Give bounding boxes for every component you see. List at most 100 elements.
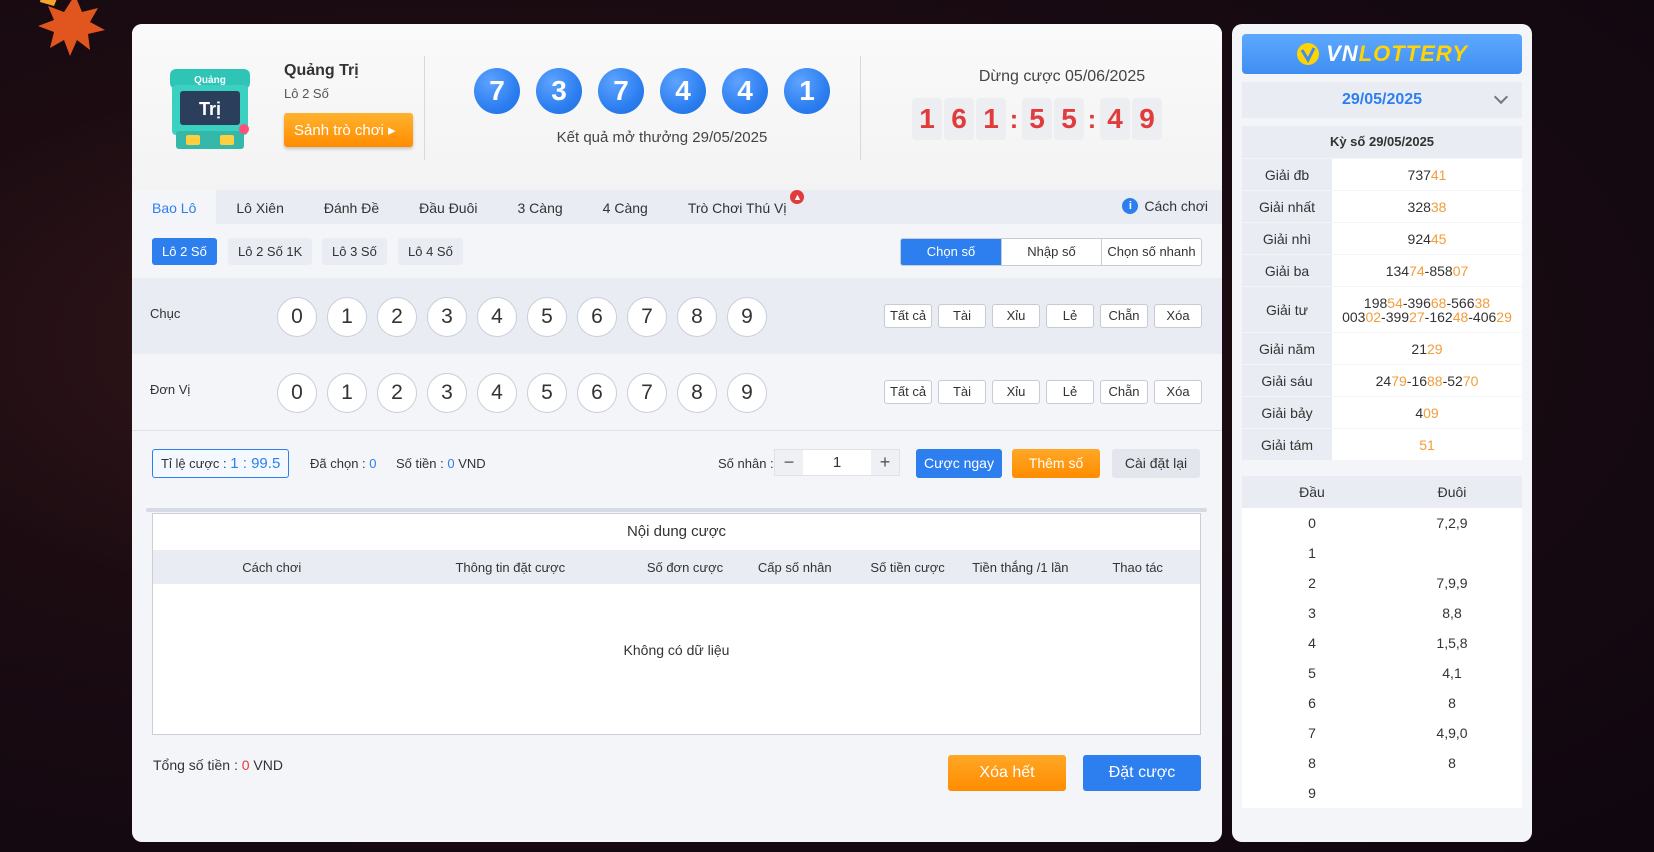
add-number-button[interactable]: Thêm số: [1012, 449, 1100, 478]
odds-label: Tỉ lệ cược :: [161, 456, 227, 471]
tab-tro-choi-thu-vi[interactable]: Trò Chơi Thú Vị ▲: [668, 190, 807, 224]
bet-now-button[interactable]: Cược ngay: [916, 449, 1002, 478]
prize-name: Giải ba: [1242, 254, 1332, 286]
quick-all-button[interactable]: Tất cả: [884, 304, 932, 328]
head-tail-row: 9: [1242, 778, 1522, 808]
decrement-button[interactable]: −: [775, 450, 803, 475]
bet-content-table: Nội dung cược Cách chơi Thông tin đặt cư…: [146, 508, 1207, 735]
prize-value: 2129: [1332, 332, 1522, 364]
number-ball[interactable]: 4: [477, 373, 517, 413]
number-ball[interactable]: 7: [627, 373, 667, 413]
tail-digits: 1,5,8: [1436, 635, 1468, 651]
prize-name: Giải tư: [1242, 286, 1332, 332]
number-ball[interactable]: 0: [277, 297, 317, 337]
number-ball[interactable]: 6: [577, 297, 617, 337]
number-ball[interactable]: 5: [527, 373, 567, 413]
number-ball[interactable]: 5: [527, 297, 567, 337]
quick-clear-button[interactable]: Xóa: [1154, 380, 1202, 404]
number-ball[interactable]: 9: [727, 297, 767, 337]
prize-row: Giải năm 2129: [1242, 332, 1522, 364]
mode-chon-so[interactable]: Chọn số: [901, 239, 1001, 265]
quick-clear-button[interactable]: Xóa: [1154, 304, 1202, 328]
result-ball: 4: [660, 68, 706, 114]
clear-all-button[interactable]: Xóa hết: [948, 755, 1066, 791]
number-ball[interactable]: 9: [727, 373, 767, 413]
quick-even-button[interactable]: Chẵn: [1100, 380, 1148, 404]
head-digit: 7: [1308, 725, 1316, 741]
subtab-lo-4-so[interactable]: Lô 4 Số: [398, 238, 463, 265]
tab-dau-duoi[interactable]: Đầu Đuôi: [399, 190, 497, 224]
number-ball[interactable]: 2: [377, 297, 417, 337]
number-ball[interactable]: 7: [627, 297, 667, 337]
place-bet-button[interactable]: Đặt cược: [1083, 755, 1201, 791]
quick-all-button[interactable]: Tất cả: [884, 380, 932, 404]
prize-row: Giải nhì 92445: [1242, 222, 1522, 254]
total-value: 0: [241, 757, 250, 773]
number-ball[interactable]: 3: [427, 297, 467, 337]
bet-amount: Số tiền : 0 VND: [396, 456, 486, 471]
prize-digits: 328: [1407, 198, 1431, 215]
column-header: Số tiền cược: [870, 559, 945, 575]
mode-nhap-so[interactable]: Nhập số: [1001, 239, 1101, 265]
countdown-digit: 1: [912, 98, 942, 140]
input-mode-switch: Chọn số Nhập số Chọn số nhanh: [900, 238, 1202, 266]
prize-value: 73741: [1332, 158, 1522, 190]
prize-value: 13474-85807: [1332, 254, 1522, 286]
lobby-button[interactable]: Sảnh trò chơi ▸: [284, 113, 413, 147]
prize-digits: -858: [1424, 262, 1453, 279]
tab-3-cang[interactable]: 3 Càng: [498, 190, 583, 224]
prize-digits: 21: [1411, 340, 1427, 357]
prize-row: Giải tám 51: [1242, 428, 1522, 460]
tail-digits: 8,8: [1442, 605, 1462, 621]
brand-n: N: [1341, 41, 1359, 66]
number-ball[interactable]: 4: [477, 297, 517, 337]
tab-lo-xien[interactable]: Lô Xiên: [216, 190, 303, 224]
head-digit: 3: [1308, 605, 1316, 621]
prize-digits: 29: [1427, 340, 1443, 357]
prize-digits: -406: [1468, 308, 1497, 325]
number-ball[interactable]: 1: [327, 297, 367, 337]
lottery-ball-icon: [1297, 43, 1320, 65]
quick-big-button[interactable]: Tài: [938, 380, 986, 404]
quick-even-button[interactable]: Chẵn: [1100, 304, 1148, 328]
number-ball[interactable]: 2: [377, 373, 417, 413]
number-ball[interactable]: 1: [327, 373, 367, 413]
number-ball[interactable]: 3: [427, 373, 467, 413]
mode-chon-so-nhanh[interactable]: Chọn số nhanh: [1101, 239, 1201, 265]
number-ball[interactable]: 8: [677, 297, 717, 337]
countdown-colon: :: [1009, 103, 1019, 134]
subtab-lo-3-so[interactable]: Lô 3 Số: [322, 238, 387, 265]
countdown-label: Dừng cược 05/06/2025: [978, 68, 1146, 85]
tab-danh-de[interactable]: Đánh Đề: [304, 190, 399, 224]
quick-odd-button[interactable]: Lẻ: [1046, 304, 1094, 328]
prize-name: Giải nhất: [1242, 190, 1332, 222]
prize-digits: 09: [1423, 404, 1439, 421]
subtab-lo-2-so[interactable]: Lô 2 Số: [152, 238, 217, 265]
prize-value: 92445: [1332, 222, 1522, 254]
head-tail-row: 5 4,1: [1242, 658, 1522, 688]
prize-value: 409: [1332, 396, 1522, 428]
countdown-digit: 4: [1100, 98, 1130, 140]
quick-small-button[interactable]: Xỉu: [992, 380, 1040, 404]
selected-label: Đã chọn :: [310, 456, 366, 471]
quick-odd-button[interactable]: Lẻ: [1046, 380, 1094, 404]
quick-small-button[interactable]: Xỉu: [992, 304, 1040, 328]
number-ball[interactable]: 0: [277, 373, 317, 413]
tab-bao-lo[interactable]: Bao Lô: [132, 190, 217, 224]
quick-big-button[interactable]: Tài: [938, 304, 986, 328]
number-ball[interactable]: 8: [677, 373, 717, 413]
brand-rest: LOTTERY: [1358, 41, 1468, 66]
reset-button[interactable]: Cài đặt lại: [1112, 449, 1200, 478]
vnlottery-logo: VNLOTTERY: [1242, 34, 1522, 74]
multiplier-input[interactable]: 1: [803, 454, 871, 471]
prize-value-line: 32838: [1408, 200, 1447, 214]
increment-button[interactable]: +: [871, 450, 899, 475]
number-ball[interactable]: 6: [577, 373, 617, 413]
countdown-colon: :: [1087, 103, 1097, 134]
result-date-select[interactable]: 29/05/2025: [1242, 82, 1522, 118]
subtab-lo-2-so-1k[interactable]: Lô 2 Số 1K: [228, 238, 313, 265]
row-label: Chục: [150, 306, 181, 321]
how-to-play-link[interactable]: i Cách chơi: [1122, 198, 1208, 214]
prize-row: Giải tư 19854-39668-56638 00302-39927-1624…: [1242, 286, 1522, 332]
tab-4-cang[interactable]: 4 Càng: [583, 190, 668, 224]
